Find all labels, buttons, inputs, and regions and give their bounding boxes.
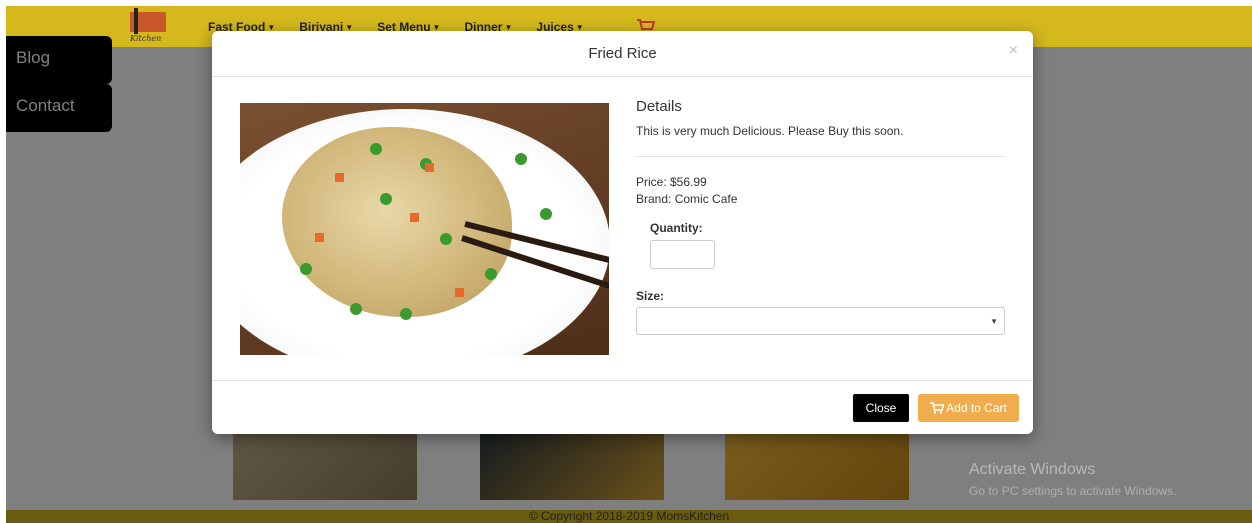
- details-divider: [636, 156, 1005, 157]
- image-pea: [300, 263, 312, 275]
- close-button[interactable]: Close: [853, 394, 909, 422]
- image-carrot: [425, 163, 434, 172]
- modal-title: Fried Rice: [588, 45, 657, 62]
- product-modal: Fried Rice × Details This is very much D…: [212, 31, 1033, 434]
- product-brand: Brand: Comic Cafe: [636, 192, 738, 206]
- image-pea: [380, 193, 392, 205]
- footer: © Copyright 2018-2019 MomsKitchen: [6, 510, 1252, 523]
- activate-windows-title: Activate Windows: [969, 461, 1096, 478]
- quantity-input[interactable]: [650, 240, 715, 269]
- add-to-cart-button[interactable]: Add to Cart: [918, 394, 1019, 422]
- activate-windows-subtitle: Go to PC settings to activate Windows.: [969, 484, 1177, 498]
- image-pea: [485, 268, 497, 280]
- image-carrot: [315, 233, 324, 242]
- image-pea: [515, 153, 527, 165]
- logo-script-text: Kitchen: [130, 34, 162, 43]
- modal-footer-divider: [212, 380, 1033, 381]
- product-price: Price: $56.99: [636, 175, 707, 189]
- image-carrot: [335, 173, 344, 182]
- product-description: This is very much Delicious. Please Buy …: [636, 124, 904, 138]
- cart-icon: [930, 402, 945, 414]
- image-pea: [370, 143, 382, 155]
- image-pea: [540, 208, 552, 220]
- copyright-text: © Copyright 2018-2019 MomsKitchen: [528, 509, 730, 523]
- modal-header: Fried Rice ×: [212, 31, 1033, 77]
- chevron-down-icon: ▼: [990, 317, 998, 326]
- size-label: Size:: [636, 289, 665, 303]
- add-to-cart-label: Add to Cart: [946, 401, 1007, 415]
- quantity-label: Quantity:: [650, 221, 703, 235]
- details-heading: Details: [636, 98, 682, 115]
- spoon-icon: [134, 8, 138, 34]
- image-carrot: [455, 288, 464, 297]
- image-carrot: [410, 213, 419, 222]
- product-image: [240, 103, 609, 355]
- size-select[interactable]: ▼: [636, 307, 1005, 335]
- moms-kitchen-logo[interactable]: Kitchen: [124, 8, 174, 46]
- image-pea: [350, 303, 362, 315]
- close-icon[interactable]: ×: [1009, 42, 1018, 60]
- image-pea: [440, 233, 452, 245]
- image-pea: [400, 308, 412, 320]
